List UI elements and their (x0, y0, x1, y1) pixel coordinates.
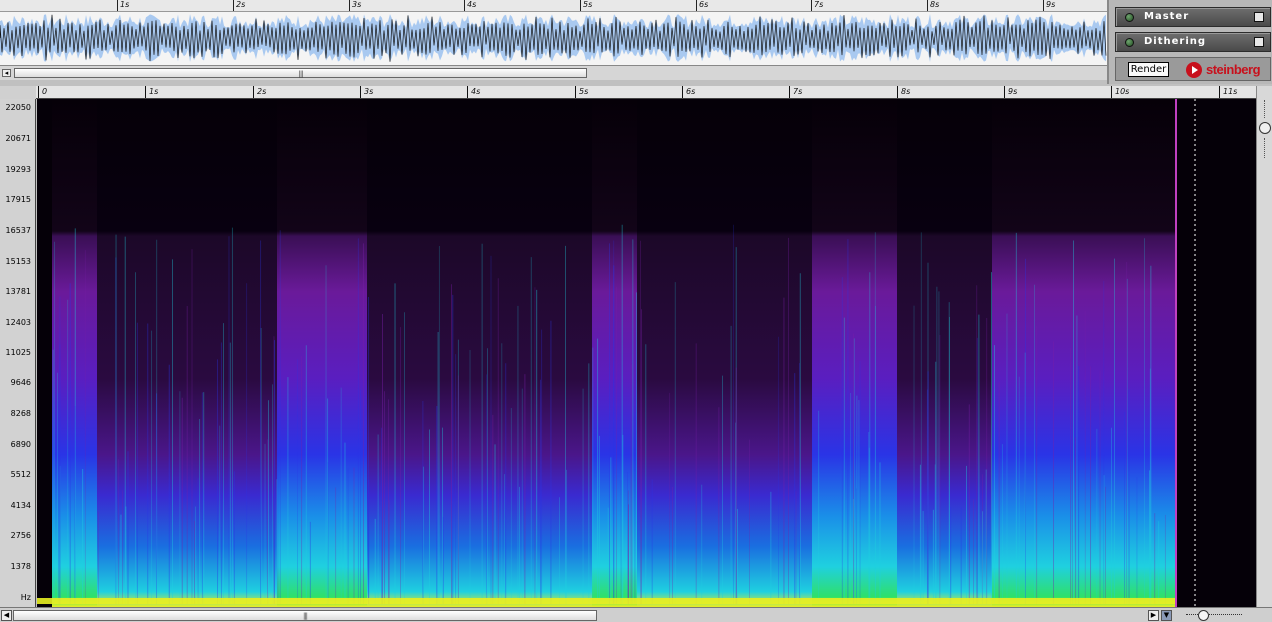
spectrogram-graphic (37, 99, 1256, 607)
grip-icon: ||| (302, 612, 308, 620)
frequency-axis: 22050 20671 19293 17915 16537 15153 1378… (0, 99, 36, 607)
freq-label: 11025 (5, 348, 31, 357)
horizontal-scroll-thumb[interactable]: ||| (13, 610, 597, 621)
output-panel: Master Dithering Render steinberg (1107, 0, 1272, 84)
overview-time-ruler: 1s 2s 3s 4s 5s 6s 7s 8s 9s (0, 0, 1107, 12)
dithering-label: Dithering (1144, 36, 1207, 47)
main-time-ruler[interactable]: 0 1s 2s 3s 4s 5s 6s 7s 8s 9s 10s 11s (36, 86, 1256, 99)
time-tick-label: 11s (1219, 86, 1237, 98)
overview-tick-label: 1s (117, 0, 129, 11)
led-icon (1125, 13, 1134, 22)
spectrogram-view[interactable] (37, 99, 1256, 607)
freq-label: 6890 (10, 440, 31, 449)
dithering-bypass-checkbox[interactable] (1254, 37, 1264, 47)
time-tick-label: 0 (38, 86, 47, 98)
freq-label: 9646 (10, 378, 31, 387)
waveform-graphic (0, 14, 1107, 62)
scroll-right-button[interactable]: ▶ (1148, 610, 1159, 621)
vertical-zoom-knob[interactable] (1259, 122, 1271, 134)
freq-label: 20671 (5, 134, 31, 143)
time-tick-label: 10s (1111, 86, 1129, 98)
freq-label: 22050 (5, 103, 31, 112)
led-icon (1125, 38, 1134, 47)
zoom-track (1264, 138, 1265, 158)
freq-label: 2756 (10, 531, 31, 540)
freq-label: 12403 (5, 318, 31, 327)
overview-scroll-thumb[interactable]: ||| (14, 68, 587, 78)
render-button[interactable]: Render (1128, 62, 1169, 77)
overview-scroll-left-button[interactable]: ◂ (2, 69, 11, 77)
freq-label: 19293 (5, 165, 31, 174)
overview-tick-label: 2s (233, 0, 245, 11)
freq-unit-label: Hz (20, 593, 31, 602)
zoom-menu-button[interactable]: ▼ (1161, 610, 1172, 621)
overview-waveform[interactable] (0, 12, 1107, 65)
overview-scrollbar[interactable]: ◂ ||| (0, 65, 1107, 80)
overview-tick-label: 4s (464, 0, 476, 11)
time-tick-label: 6s (682, 86, 695, 98)
master-button[interactable]: Master (1115, 7, 1271, 27)
freq-label: 15153 (5, 257, 31, 266)
play-logo-icon (1186, 62, 1202, 78)
horizontal-zoom-track[interactable] (1186, 614, 1242, 615)
freq-label: 1378 (10, 562, 31, 571)
freq-label: 13781 (5, 287, 31, 296)
time-tick-label: 4s (467, 86, 480, 98)
horizontal-zoom-knob[interactable] (1198, 610, 1209, 621)
logo-wordmark: steinberg (1206, 62, 1261, 77)
scroll-left-button[interactable]: ◀ (1, 610, 12, 621)
horizontal-scrollbar[interactable]: ◀ ||| ▶ ▼ (0, 607, 1272, 622)
overview-tick-label: 8s (927, 0, 939, 11)
master-bypass-checkbox[interactable] (1254, 12, 1264, 22)
freq-label: 8268 (10, 409, 31, 418)
freq-label: 5512 (10, 470, 31, 479)
overview-tick-label: 7s (811, 0, 823, 11)
overview-tick-label: 3s (349, 0, 361, 11)
zoom-track (1264, 100, 1265, 118)
time-tick-label: 5s (575, 86, 588, 98)
grip-icon: ||| (298, 70, 303, 78)
overview-tick-label: 6s (696, 0, 708, 11)
render-row: Render steinberg (1115, 57, 1271, 81)
time-tick-label: 8s (897, 86, 910, 98)
time-tick-label: 3s (360, 86, 373, 98)
overview-tick-label: 9s (1043, 0, 1055, 11)
time-tick-label: 1s (145, 86, 158, 98)
time-tick-label: 2s (253, 86, 266, 98)
ruler-corner (0, 86, 36, 99)
freq-label: 4134 (10, 501, 31, 510)
time-tick-label: 9s (1004, 86, 1017, 98)
master-label: Master (1144, 11, 1190, 22)
dithering-button[interactable]: Dithering (1115, 32, 1271, 52)
vertical-zoom-scrollbar[interactable] (1256, 86, 1272, 607)
overview-tick-label: 5s (580, 0, 592, 11)
freq-label: 17915 (5, 195, 31, 204)
freq-label: 16537 (5, 226, 31, 235)
time-tick-label: 7s (789, 86, 802, 98)
steinberg-logo: steinberg (1184, 60, 1270, 80)
